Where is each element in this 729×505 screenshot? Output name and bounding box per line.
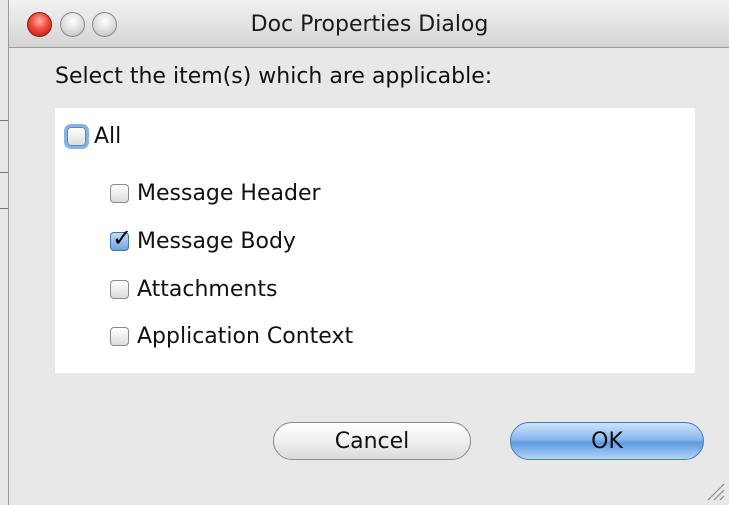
checkbox-attachments-label: Attachments	[137, 276, 278, 302]
checkbox-application-context-label: Application Context	[137, 323, 354, 349]
checkbox-application-context-box[interactable]	[110, 326, 129, 346]
checkbox-message-body-label: Message Body	[137, 228, 296, 254]
ok-button[interactable]: OK	[510, 422, 704, 460]
title-bar[interactable]: Doc Properties Dialog	[9, 0, 729, 48]
checkbox-all[interactable]: All	[67, 121, 121, 151]
cancel-button[interactable]: Cancel	[273, 422, 471, 460]
checkbox-attachments-box[interactable]	[110, 279, 129, 299]
background-window-edge	[0, 208, 8, 209]
options-panel: All Message Header ✓ Message Body Attach…	[55, 108, 695, 373]
resize-grip-icon[interactable]	[703, 479, 725, 501]
background-window-edge	[0, 120, 8, 121]
checkbox-message-header-label: Message Header	[137, 180, 321, 206]
checkbox-attachments[interactable]: Attachments	[110, 274, 277, 304]
doc-properties-dialog: Doc Properties Dialog Select the item(s)…	[8, 0, 729, 505]
window-title: Doc Properties Dialog	[250, 12, 489, 37]
checkbox-message-body-box[interactable]: ✓	[110, 226, 132, 251]
checkbox-application-context[interactable]: Application Context	[110, 321, 353, 351]
checkbox-all-box[interactable]	[67, 126, 86, 146]
checkbox-message-header[interactable]: Message Header	[110, 178, 321, 208]
checkmark-icon: ✓	[112, 223, 133, 252]
checkbox-all-label: All	[94, 123, 122, 149]
background-window-edge	[0, 172, 8, 173]
checkbox-message-header-box[interactable]	[110, 183, 129, 203]
instruction-text: Select the item(s) which are applicable:	[55, 64, 493, 89]
checkbox-message-body[interactable]: ✓ Message Body	[110, 226, 296, 256]
